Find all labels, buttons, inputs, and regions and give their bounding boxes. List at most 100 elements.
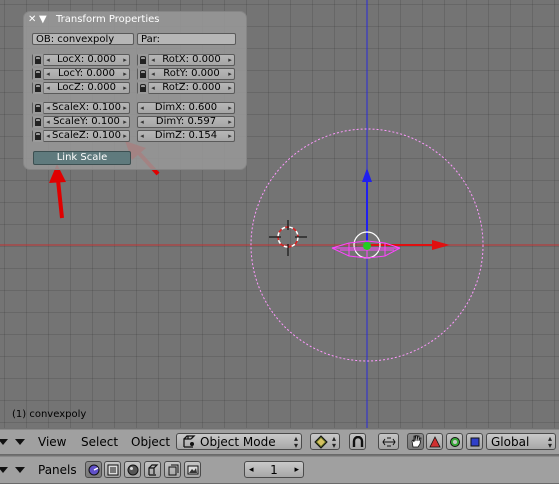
scale-y-value: ScaleY: 0.100 (53, 116, 120, 127)
draw-type-select[interactable]: ▴ ▾ (310, 433, 340, 450)
window-type-partial-icon[interactable] (0, 439, 8, 445)
rot-y-value: RotY: 0.000 (163, 68, 220, 79)
orientation-select-value: Global (491, 434, 530, 449)
loc-y-value: LocY: 0.000 (58, 68, 115, 79)
increment-arrow-icon[interactable]: ▸ (121, 116, 129, 128)
mesh-draw-type-icon (314, 434, 328, 449)
mode-select[interactable]: Object Mode ▴ ▾ (176, 433, 302, 450)
decrement-arrow-icon[interactable]: ◂ (44, 102, 52, 114)
increment-arrow-icon[interactable]: ▸ (226, 82, 234, 94)
lock-icon[interactable] (33, 54, 44, 66)
loc-z-field[interactable]: ◂ LocZ: 0.000 ▸ (32, 82, 130, 94)
rot-x-value: RotX: 0.000 (162, 54, 221, 65)
loc-x-value: LocX: 0.000 (56, 54, 117, 65)
scale-x-field[interactable]: ◂ ScaleX: 0.100 ▸ (32, 102, 130, 114)
decrement-arrow-icon[interactable]: ◂ (44, 54, 52, 66)
translate-manipulator-icon[interactable] (426, 433, 443, 450)
lock-icon[interactable] (138, 54, 149, 66)
object-context-icon[interactable] (144, 461, 161, 478)
3d-viewport[interactable]: ✕ ▼ Transform Properties OB: convexpoly … (0, 0, 559, 428)
menu-select[interactable]: Select (81, 430, 118, 454)
buttons-window-header: Panels ◂ 1 ▸ (0, 456, 559, 484)
lock-icon[interactable] (33, 102, 44, 114)
decrement-arrow-icon[interactable]: ◂ (138, 130, 146, 142)
rot-y-field[interactable]: ◂ RotY: 0.000 ▸ (137, 68, 235, 80)
menu-object[interactable]: Object (131, 430, 170, 454)
frame-number-field[interactable]: ◂ 1 ▸ (244, 461, 304, 478)
increment-arrow-icon[interactable]: ▸ (226, 54, 234, 66)
panels-label: Panels (38, 463, 77, 477)
decrement-arrow-icon[interactable]: ◂ (44, 130, 52, 142)
decrement-arrow-icon[interactable]: ◂ (138, 102, 146, 114)
increment-arrow-icon[interactable]: ▸ (121, 82, 129, 94)
viewport-header: View Select Object Object Mode ▴ ▾ ▴ ▾ Glo… (0, 429, 559, 455)
panel-header[interactable]: ✕ ▼ Transform Properties (24, 12, 246, 27)
pivot-icon[interactable] (378, 433, 399, 450)
annotation-arrow-left (49, 164, 66, 219)
logic-context-icon[interactable] (85, 461, 102, 478)
updown-arrows-icon: ▴ ▾ (293, 433, 298, 450)
dim-z-field[interactable]: ◂ DimZ: 0.154 ▸ (137, 130, 235, 142)
scene-context-icon[interactable] (184, 461, 201, 478)
orientation-select[interactable]: Global ▴ ▾ (486, 433, 556, 450)
increment-arrow-icon[interactable]: ▸ (121, 130, 129, 142)
object-mode-icon (183, 434, 196, 448)
frame-decrement-arrow-icon[interactable]: ◂ (249, 465, 254, 475)
decrement-arrow-icon[interactable]: ◂ (149, 82, 157, 94)
header-collapse-icon[interactable] (15, 467, 25, 473)
increment-arrow-icon[interactable]: ▸ (226, 68, 234, 80)
header-collapse-icon[interactable] (15, 439, 25, 445)
collapse-triangle-icon[interactable]: ▼ (39, 14, 50, 25)
lock-icon[interactable] (33, 130, 44, 142)
script-context-icon[interactable] (104, 461, 121, 478)
rot-z-field[interactable]: ◂ RotZ: 0.000 ▸ (137, 82, 235, 94)
loc-y-field[interactable]: ◂ LocY: 0.000 ▸ (32, 68, 130, 80)
object-center-icon (363, 242, 371, 250)
z-manipulator-arrow-icon (362, 168, 372, 182)
frame-number-value: 1 (270, 462, 278, 477)
frame-increment-arrow-icon[interactable]: ▸ (294, 465, 299, 475)
rot-x-field[interactable]: ◂ RotX: 0.000 ▸ (137, 54, 235, 66)
increment-arrow-icon[interactable]: ▸ (226, 130, 234, 142)
increment-arrow-icon[interactable]: ▸ (226, 116, 234, 128)
dim-z-value: DimZ: 0.154 (154, 130, 218, 141)
mode-select-value: Object Mode (200, 434, 276, 449)
menu-view[interactable]: View (38, 430, 66, 454)
window-type-partial-icon[interactable] (0, 467, 8, 473)
decrement-arrow-icon[interactable]: ◂ (149, 54, 157, 66)
increment-arrow-icon[interactable]: ▸ (226, 102, 234, 114)
parent-field[interactable]: Par: (137, 33, 236, 45)
decrement-arrow-icon[interactable]: ◂ (44, 82, 52, 94)
scale-manipulator-icon[interactable] (466, 433, 483, 450)
link-scale-button[interactable]: Link Scale (33, 151, 131, 165)
decrement-arrow-icon[interactable]: ◂ (149, 68, 157, 80)
decrement-arrow-icon[interactable]: ◂ (44, 68, 52, 80)
scale-z-field[interactable]: ◂ ScaleZ: 0.100 ▸ (32, 130, 130, 142)
object-name-field[interactable]: OB: convexpoly (32, 33, 134, 45)
dim-y-value: DimY: 0.597 (155, 116, 217, 127)
loc-z-value: LocZ: 0.000 (56, 82, 117, 93)
dim-x-field[interactable]: ◂ DimX: 0.600 ▸ (137, 102, 235, 114)
lock-icon[interactable] (33, 68, 44, 80)
rot-z-value: RotZ: 0.000 (162, 82, 221, 93)
increment-arrow-icon[interactable]: ▸ (121, 102, 129, 114)
shading-context-icon[interactable] (124, 461, 141, 478)
3d-cursor-icon (269, 220, 307, 256)
lock-icon[interactable] (138, 68, 149, 80)
lock-icon[interactable] (33, 82, 44, 94)
close-icon[interactable]: ✕ (28, 14, 39, 25)
rotate-manipulator-icon[interactable] (446, 433, 463, 450)
decrement-arrow-icon[interactable]: ◂ (138, 116, 146, 128)
lock-icon[interactable] (33, 116, 44, 128)
hand-icon[interactable] (407, 433, 424, 450)
increment-arrow-icon[interactable]: ▸ (121, 68, 129, 80)
loc-x-field[interactable]: ◂ LocX: 0.000 ▸ (32, 54, 130, 66)
dim-y-field[interactable]: ◂ DimY: 0.597 ▸ (137, 116, 235, 128)
lock-icon[interactable] (138, 82, 149, 94)
increment-arrow-icon[interactable]: ▸ (121, 54, 129, 66)
magnet-icon[interactable] (349, 433, 366, 450)
scale-y-field[interactable]: ◂ ScaleY: 0.100 ▸ (32, 116, 130, 128)
editing-context-icon[interactable] (164, 461, 181, 478)
panel-title: Transform Properties (56, 14, 160, 25)
decrement-arrow-icon[interactable]: ◂ (44, 116, 52, 128)
